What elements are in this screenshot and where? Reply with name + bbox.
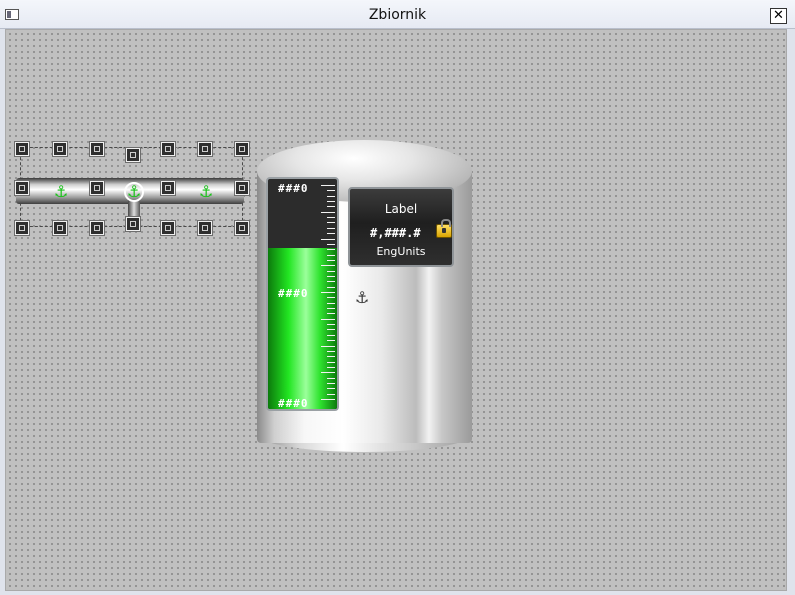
resize-handle[interactable] <box>161 142 175 156</box>
window-title: Zbiornik <box>368 7 427 23</box>
gauge-tick <box>327 297 335 299</box>
gauge-tick <box>327 340 335 342</box>
gauge-tick <box>327 195 335 197</box>
level-gauge[interactable]: ###0 ###0 ###0 <box>266 177 339 411</box>
lock-icon[interactable] <box>436 219 452 238</box>
gauge-tick <box>327 233 335 235</box>
resize-handle-br[interactable] <box>235 221 249 235</box>
gauge-tick <box>327 329 335 331</box>
resize-handle[interactable] <box>198 142 212 156</box>
resize-handle-bl[interactable] <box>15 221 29 235</box>
display-value: #,###.# <box>370 226 421 240</box>
resize-handle-tr[interactable] <box>235 142 249 156</box>
gauge-tick <box>327 377 335 379</box>
design-canvas[interactable]: ⚓ ⚓ ⚓ ###0 ###0 ###0 Label #,###.# EngUn… <box>5 29 787 591</box>
gauge-tick <box>327 254 335 256</box>
gauge-tick <box>321 399 335 400</box>
gauge-tick <box>327 227 335 229</box>
gauge-tick <box>327 190 335 192</box>
gauge-tick <box>327 361 335 363</box>
gauge-tick <box>327 334 335 336</box>
resize-handle[interactable] <box>161 181 175 195</box>
value-display[interactable]: Label #,###.# EngUnits <box>348 187 454 267</box>
gauge-tick <box>327 366 335 368</box>
display-label: Label <box>384 202 418 216</box>
gauge-tick <box>321 211 335 213</box>
gauge-tick <box>327 206 335 208</box>
resize-handle[interactable] <box>198 221 212 235</box>
gauge-tick <box>321 372 335 374</box>
resize-handle-tl[interactable] <box>15 142 29 156</box>
gauge-label-min: ###0 <box>278 397 309 410</box>
title-bar: Zbiornik ✕ <box>0 0 795 29</box>
gauge-tick <box>321 345 335 347</box>
gauge-tick <box>327 201 335 203</box>
anchor-icon[interactable]: ⚓ <box>199 184 213 200</box>
gauge-tick <box>327 324 335 326</box>
gauge-tick <box>327 222 335 224</box>
gauge-tick <box>327 281 335 283</box>
close-button[interactable]: ✕ <box>770 8 787 24</box>
resize-handle-left[interactable] <box>15 181 29 195</box>
gauge-tick <box>327 350 335 352</box>
gauge-label-max: ###0 <box>278 182 309 195</box>
gauge-tick <box>327 393 335 395</box>
resize-handle[interactable] <box>53 221 67 235</box>
gauge-tick <box>327 249 335 251</box>
resize-handle[interactable] <box>90 221 104 235</box>
gauge-tick <box>327 382 335 384</box>
resize-handle[interactable] <box>90 181 104 195</box>
gauge-tick <box>327 259 335 261</box>
gauge-label-mid: ###0 <box>278 287 309 300</box>
gauge-tick <box>327 356 335 358</box>
resize-handle[interactable] <box>161 221 175 235</box>
gauge-tick <box>321 292 335 293</box>
gauge-tick <box>321 185 335 186</box>
gauge-tick <box>327 217 335 219</box>
display-units: EngUnits <box>376 245 426 258</box>
anchor-icon[interactable]: ⚓ <box>127 184 141 200</box>
resize-handle[interactable] <box>90 142 104 156</box>
resize-handle[interactable] <box>53 142 67 156</box>
gauge-tick <box>327 270 335 272</box>
gauge-tick <box>327 388 335 390</box>
gauge-tick <box>321 318 335 320</box>
gauge-tick <box>327 275 335 277</box>
gauge-tick <box>321 265 335 267</box>
move-cursor-icon: ⚓ <box>355 288 370 307</box>
gauge-tick <box>321 238 335 240</box>
gauge-tick <box>327 286 335 288</box>
anchor-icon[interactable]: ⚓ <box>54 184 68 200</box>
resize-handle-right[interactable] <box>235 181 249 195</box>
gauge-tick <box>327 243 335 245</box>
gauge-tick <box>327 302 335 304</box>
resize-handle[interactable] <box>126 217 140 231</box>
gauge-tick <box>327 308 335 310</box>
resize-handle[interactable] <box>126 148 140 162</box>
gauge-tick <box>327 313 335 315</box>
